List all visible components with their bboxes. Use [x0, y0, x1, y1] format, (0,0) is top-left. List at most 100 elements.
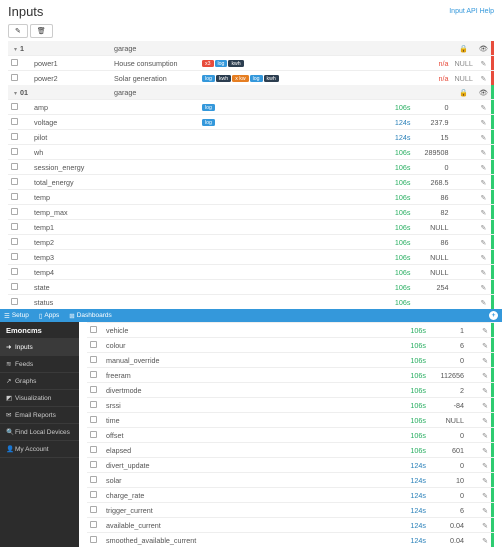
row-checkbox[interactable]	[90, 446, 97, 453]
config-icon[interactable]: ✎	[481, 240, 487, 247]
row-checkbox[interactable]	[11, 103, 18, 110]
config-icon[interactable]: ✎	[482, 373, 488, 380]
config-icon[interactable]: ✎	[481, 255, 487, 262]
nav-add-button[interactable]: +	[489, 311, 498, 320]
row-checkbox[interactable]	[90, 506, 97, 513]
config-icon[interactable]: ✎	[482, 538, 488, 545]
config-icon[interactable]: ✎	[482, 403, 488, 410]
config-icon[interactable]: ✎	[482, 448, 488, 455]
row-checkbox[interactable]	[90, 341, 97, 348]
config-icon[interactable]: ✎	[482, 508, 488, 515]
device-group-row[interactable]: ▾1 garage 🔒 👁	[8, 41, 494, 56]
config-icon[interactable]: ✎	[482, 463, 488, 470]
row-checkbox[interactable]	[90, 371, 97, 378]
config-icon[interactable]: ✎	[481, 210, 487, 217]
nav-setup[interactable]: ☰Setup	[4, 312, 29, 320]
input-row[interactable]: srssi 106s -84 ✎	[87, 398, 494, 413]
input-row[interactable]: available_current 124s 0.04 ✎	[87, 518, 494, 533]
row-checkbox[interactable]	[90, 386, 97, 393]
row-checkbox[interactable]	[11, 208, 18, 215]
row-checkbox[interactable]	[11, 193, 18, 200]
row-checkbox[interactable]	[11, 59, 18, 66]
lock-icon[interactable]: 🔒	[459, 44, 468, 53]
input-row[interactable]: temp3 106s NULL ✎	[8, 250, 494, 265]
input-row[interactable]: amp log 106s 0 ✎	[8, 100, 494, 115]
eye-icon[interactable]: 👁	[479, 44, 488, 53]
row-checkbox[interactable]	[11, 283, 18, 290]
input-row[interactable]: total_energy 106s 268.5 ✎	[8, 175, 494, 190]
input-row[interactable]: divertmode 106s 2 ✎	[87, 383, 494, 398]
config-icon[interactable]: ✎	[481, 61, 487, 68]
config-icon[interactable]: ✎	[482, 358, 488, 365]
row-checkbox[interactable]	[11, 268, 18, 275]
edit-button[interactable]: ✎	[8, 24, 28, 38]
row-checkbox[interactable]	[11, 163, 18, 170]
row-checkbox[interactable]	[90, 401, 97, 408]
row-checkbox[interactable]	[11, 223, 18, 230]
input-row[interactable]: temp2 106s 86 ✎	[8, 235, 494, 250]
input-row[interactable]: pilot 124s 15 ✎	[8, 130, 494, 145]
sidebar-item-my-account[interactable]: 👤My Account	[0, 441, 79, 458]
row-checkbox[interactable]	[11, 148, 18, 155]
input-row[interactable]: temp 106s 86 ✎	[8, 190, 494, 205]
input-row[interactable]: status 106s ✎	[8, 295, 494, 310]
input-row[interactable]: divert_update 124s 0 ✎	[87, 458, 494, 473]
input-row[interactable]: trigger_current 124s 6 ✎	[87, 503, 494, 518]
lock-icon[interactable]: 🔒	[459, 88, 468, 97]
device-group-row[interactable]: ▾01 garage 🔒 👁	[8, 85, 494, 100]
row-checkbox[interactable]	[90, 521, 97, 528]
input-row[interactable]: temp_max 106s 82 ✎	[8, 205, 494, 220]
config-icon[interactable]: ✎	[482, 493, 488, 500]
row-checkbox[interactable]	[90, 326, 97, 333]
row-checkbox[interactable]	[11, 298, 18, 305]
config-icon[interactable]: ✎	[481, 105, 487, 112]
row-checkbox[interactable]	[90, 536, 97, 543]
delete-button[interactable]: 🗑	[30, 24, 53, 38]
row-checkbox[interactable]	[90, 416, 97, 423]
input-row[interactable]: state 106s 254 ✎	[8, 280, 494, 295]
config-icon[interactable]: ✎	[482, 388, 488, 395]
input-row[interactable]: freeram 106s 112656 ✎	[87, 368, 494, 383]
config-icon[interactable]: ✎	[482, 433, 488, 440]
input-row[interactable]: session_energy 106s 0 ✎	[8, 160, 494, 175]
sidebar-item-graphs[interactable]: ↗Graphs	[0, 373, 79, 390]
row-checkbox[interactable]	[11, 178, 18, 185]
row-checkbox[interactable]	[90, 431, 97, 438]
input-row[interactable]: elapsed 106s 601 ✎	[87, 443, 494, 458]
api-help-link[interactable]: Input API Help	[449, 8, 494, 15]
row-checkbox[interactable]	[90, 356, 97, 363]
config-icon[interactable]: ✎	[482, 343, 488, 350]
row-checkbox[interactable]	[11, 238, 18, 245]
config-icon[interactable]: ✎	[481, 270, 487, 277]
eye-icon[interactable]: 👁	[479, 88, 488, 97]
config-icon[interactable]: ✎	[481, 195, 487, 202]
input-row[interactable]: offset 106s 0 ✎	[87, 428, 494, 443]
sidebar-item-visualization[interactable]: ◩Visualization	[0, 390, 79, 407]
input-row[interactable]: solar 124s 10 ✎	[87, 473, 494, 488]
row-checkbox[interactable]	[90, 476, 97, 483]
config-icon[interactable]: ✎	[481, 150, 487, 157]
row-checkbox[interactable]	[11, 74, 18, 81]
nav-dashboards[interactable]: ⊞Dashboards	[69, 312, 112, 320]
input-row[interactable]: smoothed_available_current 124s 0.04 ✎	[87, 533, 494, 547]
sidebar-item-inputs[interactable]: ➜Inputs	[0, 339, 79, 356]
config-icon[interactable]: ✎	[482, 523, 488, 530]
config-icon[interactable]: ✎	[481, 300, 487, 307]
nav-apps[interactable]: ▯Apps	[39, 312, 59, 320]
input-row[interactable]: manual_override 106s 0 ✎	[87, 353, 494, 368]
input-row[interactable]: wh 106s 289508 ✎	[8, 145, 494, 160]
config-icon[interactable]: ✎	[481, 135, 487, 142]
input-row[interactable]: time 106s NULL ✎	[87, 413, 494, 428]
sidebar-item-feeds[interactable]: ≋Feeds	[0, 356, 79, 373]
input-row[interactable]: charge_rate 124s 0 ✎	[87, 488, 494, 503]
row-checkbox[interactable]	[11, 133, 18, 140]
input-row[interactable]: voltage log 124s 237.9 ✎	[8, 115, 494, 130]
row-checkbox[interactable]	[11, 253, 18, 260]
config-icon[interactable]: ✎	[481, 165, 487, 172]
config-icon[interactable]: ✎	[481, 225, 487, 232]
config-icon[interactable]: ✎	[482, 328, 488, 335]
input-row[interactable]: power2 Solar generation logkwhx kwlogkwh…	[8, 71, 494, 86]
row-checkbox[interactable]	[11, 118, 18, 125]
config-icon[interactable]: ✎	[481, 76, 487, 83]
row-checkbox[interactable]	[90, 491, 97, 498]
